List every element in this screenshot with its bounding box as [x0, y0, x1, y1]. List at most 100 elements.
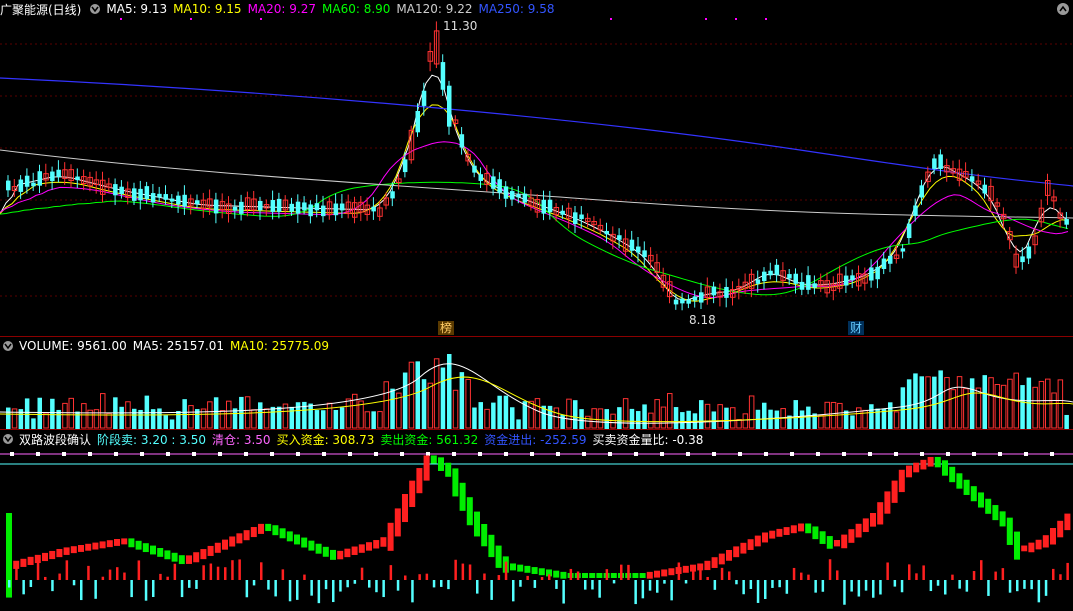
- candle-body: [1026, 246, 1032, 259]
- chart-title: 广聚能源(日线): [0, 2, 82, 17]
- band-marker: [764, 452, 768, 456]
- volume-bar: [100, 393, 106, 429]
- fund-flow-bar: [850, 580, 853, 592]
- volume-bar: [1051, 392, 1057, 429]
- volume-bar: [176, 410, 181, 429]
- oscillator-block: [222, 539, 228, 550]
- volume-bar: [938, 370, 943, 429]
- price-panel[interactable]: 广聚能源(日线) MA5: 9.13 MA10: 9.15 MA20: 9.27…: [0, 0, 1073, 336]
- ma20-line: [0, 141, 1069, 298]
- oscillator-block: [877, 502, 884, 525]
- band-marker: [816, 452, 820, 456]
- fund-flow-bar: [396, 580, 400, 591]
- fund-flow-bar: [1008, 580, 1012, 593]
- band-marker: [634, 452, 638, 456]
- fund-flow-bar: [900, 580, 904, 593]
- candle-body: [673, 299, 679, 305]
- oscillator-block: [301, 537, 308, 548]
- fund-flow-bar: [972, 571, 976, 580]
- expand-icon[interactable]: [1057, 3, 1069, 15]
- marker-dot: [260, 18, 262, 20]
- candle-body: [793, 273, 798, 284]
- oscillator-block: [452, 468, 459, 497]
- candle-body: [516, 194, 521, 198]
- oscillator-block: [286, 531, 293, 542]
- volume-bar: [818, 414, 824, 429]
- volume-bar: [925, 376, 931, 429]
- fund-flow-bar: [72, 580, 76, 586]
- fund-flow-bar: [267, 580, 270, 590]
- oscillator-block: [358, 544, 365, 553]
- oscillator-block: [855, 523, 862, 538]
- collapse-icon[interactable]: [3, 434, 13, 444]
- volume-bar: [969, 378, 975, 429]
- oscillator-block: [193, 552, 200, 563]
- fund-flow-bar: [944, 580, 947, 595]
- indicator-chart[interactable]: [0, 430, 1073, 611]
- candle-body: [692, 296, 698, 301]
- candle-body: [510, 191, 515, 200]
- fund-flow-bar: [1059, 574, 1062, 580]
- oscillator-block: [92, 542, 99, 550]
- rank-tag[interactable]: 榜: [438, 321, 455, 335]
- indicator-panel[interactable]: 双路波段确认 阶段卖: 3.20 : 3.50 清仓: 3.50 买入资金: 3…: [0, 430, 1073, 611]
- candle-body: [699, 292, 704, 303]
- candle-body: [573, 212, 578, 225]
- candle-body: [339, 203, 345, 211]
- oscillator-block: [351, 546, 358, 555]
- collapse-icon[interactable]: [3, 341, 13, 351]
- collapse-icon[interactable]: [90, 4, 101, 14]
- fund-flow-bar: [180, 580, 184, 598]
- volume-bar: [119, 406, 124, 429]
- oscillator-block: [920, 459, 927, 470]
- fund-flow-bar: [209, 563, 213, 580]
- fund-flow-bar: [1030, 580, 1033, 590]
- volume-panel[interactable]: VOLUME: 9561.00 MA5: 25157.01 MA10: 2577…: [0, 337, 1073, 429]
- oscillator-block: [214, 542, 221, 553]
- ma20-value: MA20: 9.27: [247, 2, 316, 16]
- candle-body: [289, 203, 294, 212]
- volume-bar: [364, 411, 371, 429]
- fund-flow-bar: [447, 580, 450, 590]
- volume-bar: [932, 376, 937, 429]
- candle-body: [258, 200, 263, 211]
- oscillator-block: [985, 498, 992, 514]
- candle-body: [321, 205, 326, 217]
- candle-body: [472, 165, 477, 173]
- oscillator-block: [538, 568, 545, 576]
- volume-bar: [484, 408, 490, 429]
- fund-flow-bar: [807, 574, 810, 580]
- volume-bar: [1064, 414, 1069, 429]
- volume-bar: [339, 407, 345, 429]
- fund-flow-bar: [216, 566, 220, 580]
- candle-body: [333, 203, 339, 216]
- volume-bar: [157, 408, 162, 429]
- fund-flow-bar: [101, 576, 105, 580]
- volume-bar: [421, 379, 427, 429]
- fund-flow-bar: [951, 574, 954, 580]
- oscillator-block: [661, 569, 668, 577]
- oscillator-block: [682, 565, 689, 573]
- candle-body: [302, 202, 307, 211]
- candlestick-chart[interactable]: [0, 0, 1073, 336]
- candle-body: [195, 200, 200, 205]
- volume-bar: [415, 361, 420, 429]
- oscillator-block: [733, 546, 740, 558]
- band-marker: [894, 452, 898, 456]
- finance-tag[interactable]: 财: [848, 321, 865, 335]
- oscillator-block: [646, 571, 653, 579]
- candle-body: [888, 255, 893, 264]
- fund-flow-bar: [324, 580, 328, 590]
- oscillator-block: [459, 482, 466, 511]
- oscillator-block: [272, 525, 279, 536]
- fund-flow-bar: [130, 580, 133, 598]
- fund-flow-bar: [440, 580, 443, 587]
- oscillator-block: [596, 573, 603, 578]
- volume-bar: [447, 354, 452, 429]
- ratio-value: 买卖资金量比: -0.38: [592, 432, 704, 447]
- volume-bar: [132, 408, 137, 429]
- volume-bar: [314, 410, 320, 429]
- oscillator-block: [207, 545, 214, 556]
- band-marker: [62, 452, 66, 456]
- fund-flow-bar: [368, 580, 371, 588]
